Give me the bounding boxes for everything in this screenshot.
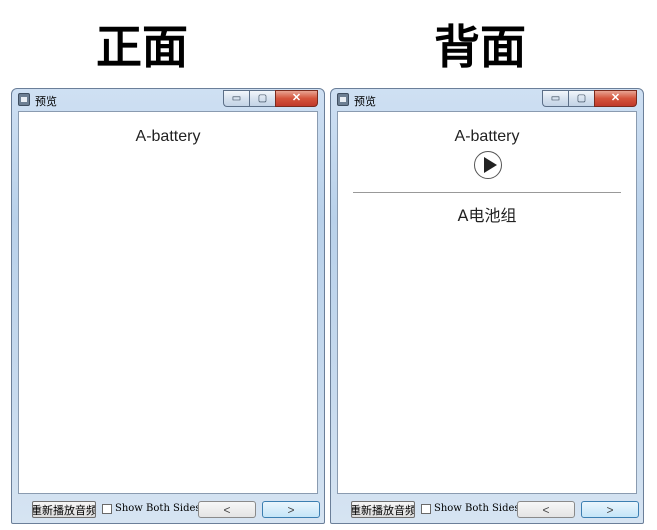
play-icon[interactable] xyxy=(474,151,502,179)
replay-audio-button[interactable]: 重新播放音频 xyxy=(351,501,415,518)
next-button[interactable]: > xyxy=(262,501,320,518)
back-side-heading: 背面 xyxy=(434,20,526,74)
question-text: A-battery xyxy=(135,128,201,145)
window-title: 预览 xyxy=(35,95,57,108)
next-button[interactable]: > xyxy=(581,501,639,518)
title-bar[interactable]: 预览 ▭ ▢ ✕ xyxy=(12,89,324,111)
front-side-heading: 正面 xyxy=(96,20,188,74)
replay-audio-button[interactable]: 重新播放音频 xyxy=(32,501,96,518)
preview-window-front: 预览 ▭ ▢ ✕ A-battery 重新播放音频 Show Both Side… xyxy=(11,88,325,524)
window-title: 预览 xyxy=(354,95,376,108)
bottom-bar: 重新播放音频 Show Both Sides < > xyxy=(331,499,643,521)
preview-app-icon xyxy=(18,93,30,106)
preview-app-icon xyxy=(337,93,349,106)
preview-window-back: 预览 ▭ ▢ ✕ A-battery A电池组 重新播放音频 Show Both… xyxy=(330,88,644,524)
minimize-icon[interactable]: ▭ xyxy=(542,90,568,107)
caption-buttons: ▭ ▢ ✕ xyxy=(542,90,637,107)
maximize-icon[interactable]: ▢ xyxy=(249,90,275,107)
card-content-front: A-battery xyxy=(18,111,318,494)
show-both-sides-label[interactable]: Show Both Sides xyxy=(115,503,201,514)
close-icon[interactable]: ✕ xyxy=(275,90,318,107)
minimize-icon[interactable]: ▭ xyxy=(223,90,249,107)
title-bar[interactable]: 预览 ▭ ▢ ✕ xyxy=(331,89,643,111)
show-both-sides-checkbox[interactable] xyxy=(421,504,431,514)
show-both-sides-checkbox[interactable] xyxy=(102,504,112,514)
question-text: A-battery xyxy=(454,128,520,145)
previous-button[interactable]: < xyxy=(198,501,256,518)
show-both-sides-label[interactable]: Show Both Sides xyxy=(434,503,520,514)
maximize-icon[interactable]: ▢ xyxy=(568,90,594,107)
card-content-back: A-battery A电池组 xyxy=(337,111,637,494)
close-icon[interactable]: ✕ xyxy=(594,90,637,107)
previous-button[interactable]: < xyxy=(517,501,575,518)
answer-divider xyxy=(353,192,621,193)
caption-buttons: ▭ ▢ ✕ xyxy=(223,90,318,107)
answer-text: A电池组 xyxy=(457,206,517,225)
bottom-bar: 重新播放音频 Show Both Sides < > xyxy=(12,499,324,521)
